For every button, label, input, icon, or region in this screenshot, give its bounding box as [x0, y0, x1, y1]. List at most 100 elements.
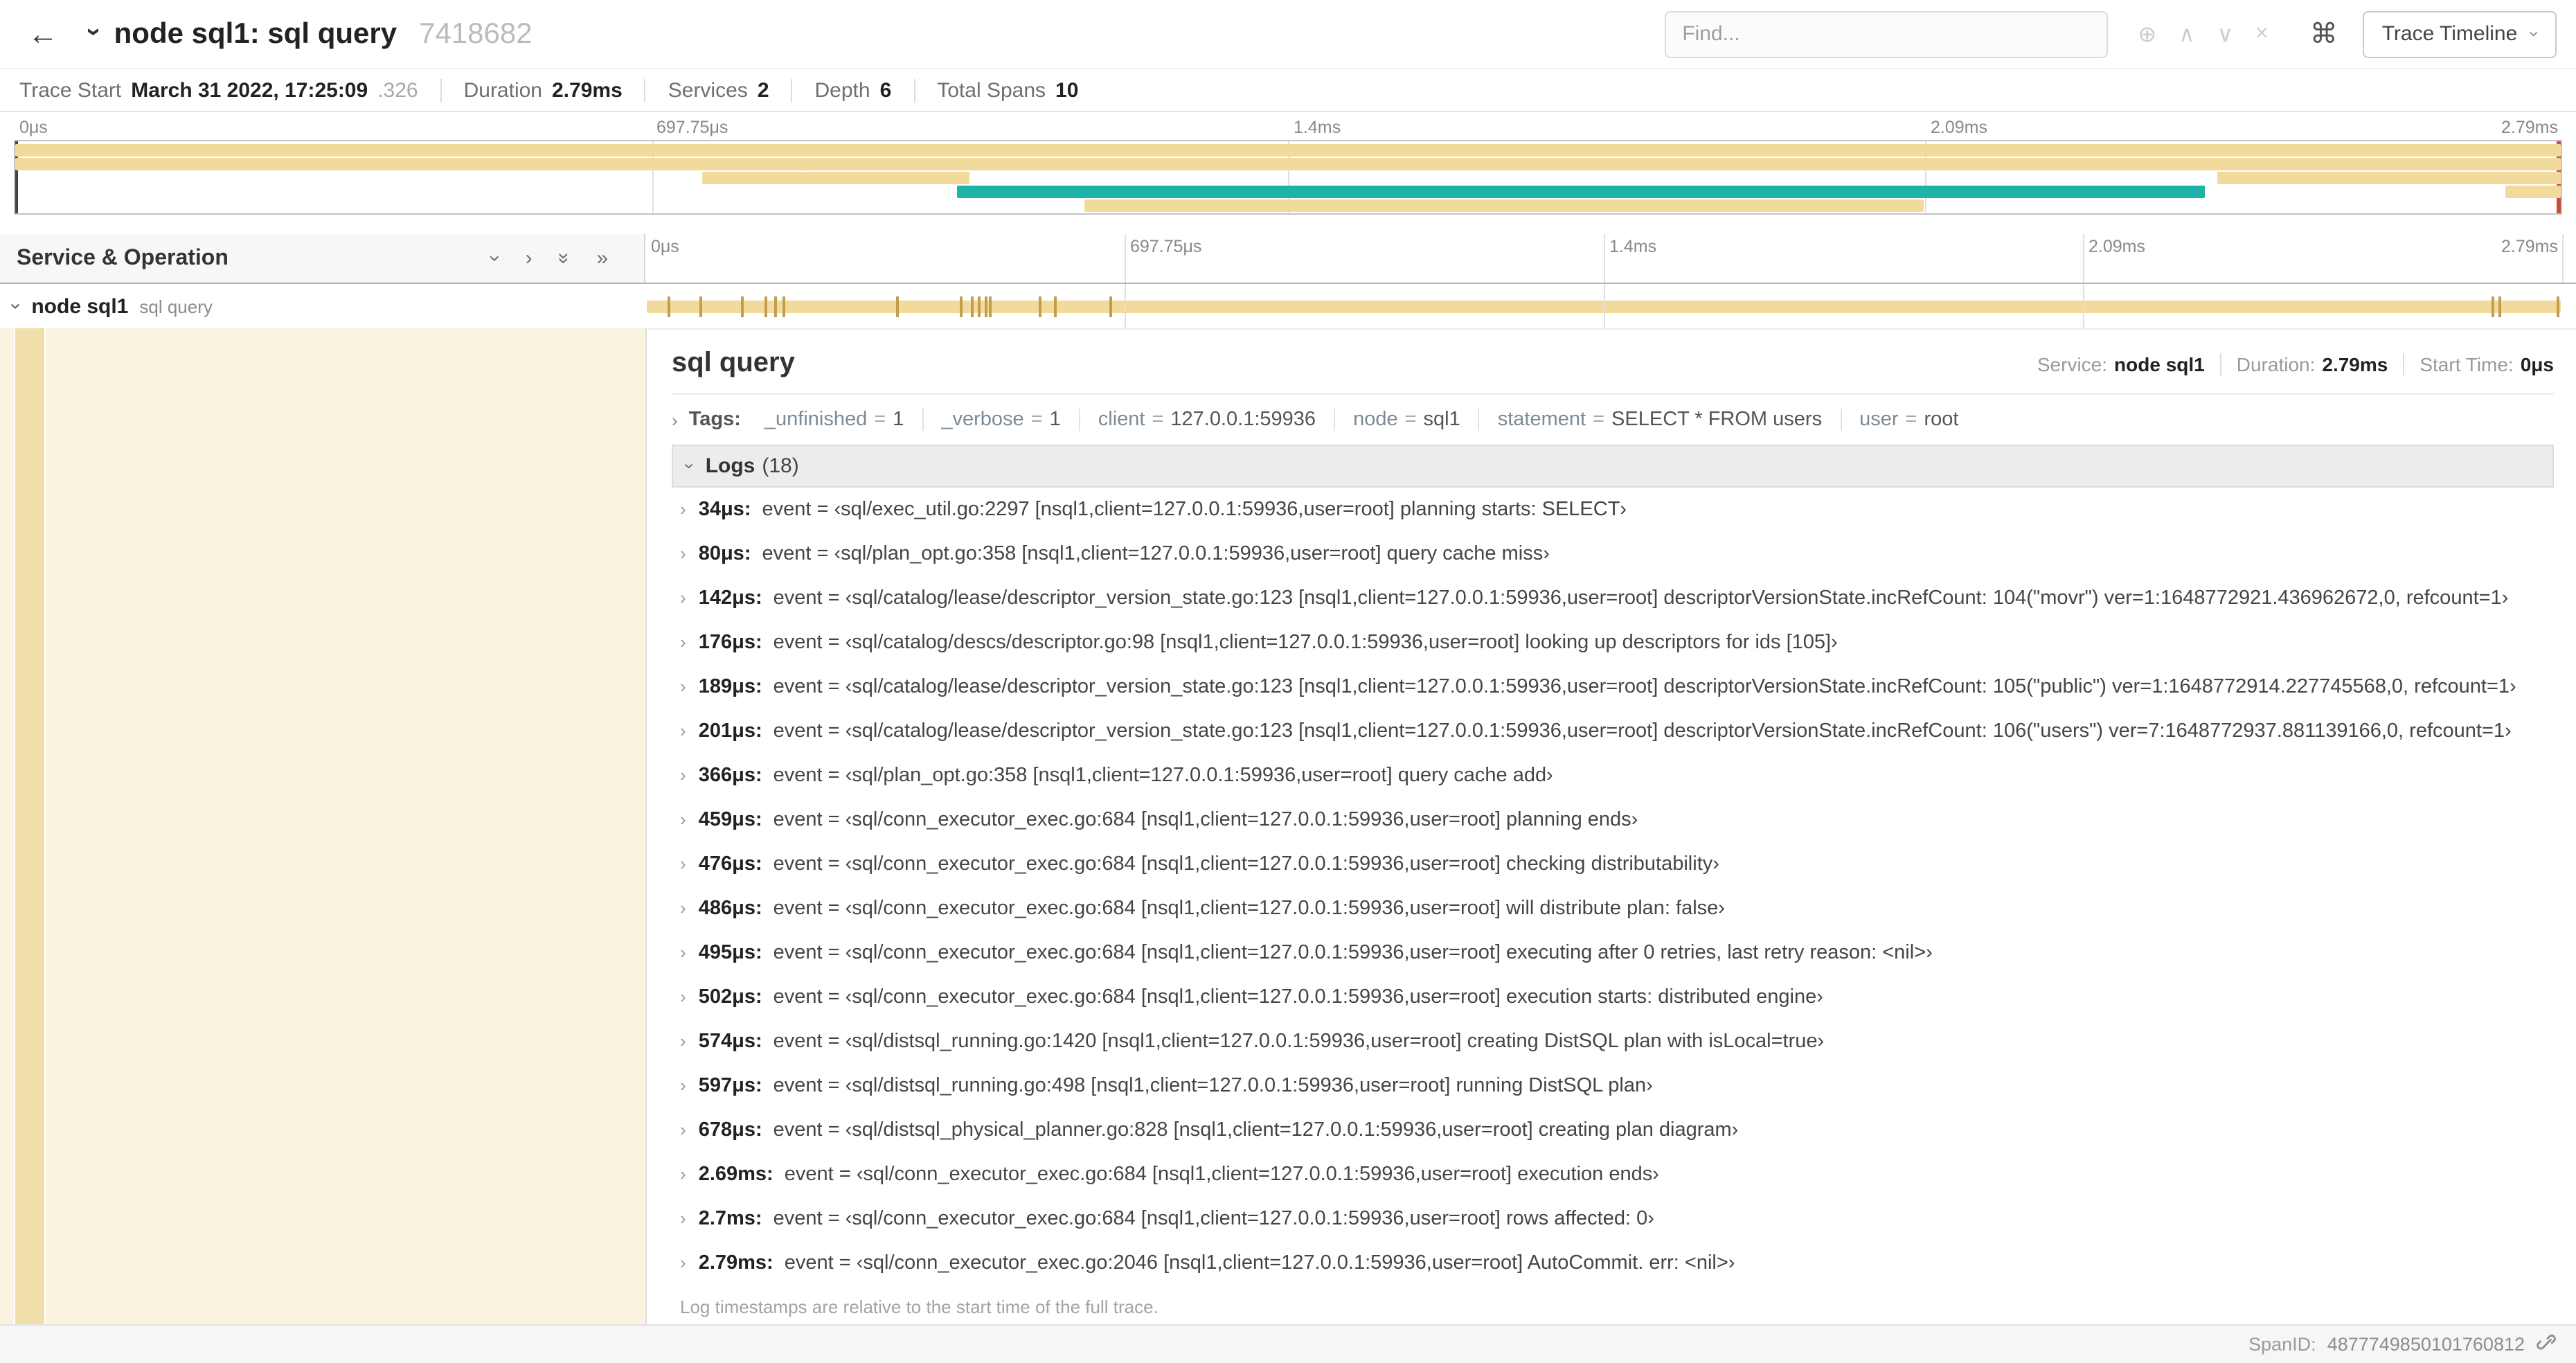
span-name-cell[interactable]: › node sql1 sql query [0, 284, 645, 328]
timeline-tick-label: 2.79ms [2501, 237, 2558, 256]
timeline-ruler: 0μs 697.75μs 1.4ms 2.09ms 2.79ms [645, 234, 2564, 283]
chevron-right-icon: › [680, 898, 686, 918]
log-entry[interactable]: › 574μs: event = ‹sql/distsql_running.go:1… [672, 1019, 2554, 1064]
timeline-gridline [2083, 284, 2084, 328]
log-timestamp: 502μs: [698, 986, 762, 1008]
log-marker [989, 296, 992, 317]
collapse-all-icon[interactable]: » [553, 253, 576, 265]
tag-value: 1 [893, 409, 904, 431]
clear-search-icon[interactable]: × [2255, 21, 2269, 46]
tag-equals: = [1404, 409, 1417, 431]
log-entry[interactable]: › 2.69ms: event = ‹sql/conn_executor_exec.… [672, 1152, 2554, 1197]
summary-value: 2.79ms [552, 78, 623, 102]
chevron-right-icon[interactable]: › [672, 409, 678, 430]
tag-equals: = [1593, 409, 1605, 431]
log-message: event = ‹sql/distsql_physical_planner.go… [773, 1119, 1739, 1141]
back-arrow-icon: ← [28, 16, 58, 51]
log-entry[interactable]: › 142μs: event = ‹sql/catalog/lease/descri… [672, 576, 2554, 621]
span-row: › node sql1 sql query [0, 284, 2576, 328]
log-message: event = ‹sql/conn_executor_exec.go:2046 … [784, 1252, 1735, 1274]
timeline-gridline [1125, 234, 1126, 283]
tag-key: _unfinished [764, 409, 868, 431]
chevron-down-icon: › [2523, 30, 2545, 37]
span-expand-chevron-icon[interactable]: › [6, 303, 28, 309]
log-entry[interactable]: › 2.7ms: event = ‹sql/conn_executor_exec.g… [672, 1197, 2554, 1241]
log-entry[interactable]: › 34μs: event = ‹sql/exec_util.go:2297 [ns… [672, 488, 2554, 532]
log-marker [782, 296, 785, 317]
view-options-button[interactable]: Trace Timeline › [2362, 10, 2557, 57]
timeline-tick-label: 1.4ms [1294, 118, 1341, 137]
log-timestamp: 201μs: [698, 720, 762, 742]
chevron-down-icon: › [679, 463, 701, 470]
minimap-span-bar [2505, 186, 2561, 198]
log-entry[interactable]: › 189μs: event = ‹sql/catalog/lease/descri… [672, 665, 2554, 709]
log-entry[interactable]: › 201μs: event = ‹sql/catalog/lease/descri… [672, 709, 2554, 754]
service-operation-title: Service & Operation [17, 246, 229, 269]
chevron-right-icon: › [680, 587, 686, 608]
log-entry[interactable]: › 597μs: event = ‹sql/distsql_running.go:4… [672, 1064, 2554, 1108]
keyboard-shortcuts-button[interactable]: ⌘ [2299, 17, 2349, 51]
chevron-right-icon: › [680, 1075, 686, 1096]
log-entry[interactable]: › 678μs: event = ‹sql/distsql_physical_pla… [672, 1108, 2554, 1152]
log-entry[interactable]: › 366μs: event = ‹sql/plan_opt.go:358 [nsq… [672, 754, 2554, 798]
tag-value: SELECT * FROM users [1611, 409, 1823, 431]
log-marker [978, 296, 981, 317]
copy-link-icon[interactable] [2536, 1334, 2557, 1355]
summary-label: Trace Start [19, 78, 122, 102]
expand-all-icon[interactable]: » [596, 247, 608, 270]
minimap-span-bar [804, 172, 970, 184]
span-timeline-track[interactable] [645, 284, 2562, 328]
summary-item: Trace Start March 31 2022, 17:25:09 .326 [19, 78, 440, 102]
log-entry[interactable]: › 486μs: event = ‹sql/conn_executor_exec.g… [672, 887, 2554, 931]
log-entry[interactable]: › 80μs: event = ‹sql/plan_opt.go:358 [nsql… [672, 532, 2554, 576]
log-marker [741, 296, 744, 317]
log-marker [764, 296, 768, 317]
tag-key: _verbose [941, 409, 1024, 431]
minimap-span-bar [702, 172, 805, 184]
log-message: event = ‹sql/conn_executor_exec.go:684 [… [773, 986, 1823, 1008]
tags-toggle[interactable]: Tags: [689, 409, 741, 431]
next-match-icon[interactable]: ∨ [2217, 20, 2233, 48]
timeline-gridline [1604, 284, 1605, 328]
log-entry[interactable]: › 495μs: event = ‹sql/conn_executor_exec.g… [672, 931, 2554, 975]
log-marker [2557, 296, 2560, 317]
tag-chip: node = sql1 [1334, 409, 1478, 431]
expand-one-icon[interactable]: › [526, 247, 533, 270]
chevron-right-icon: › [680, 1164, 686, 1184]
timeline-tick-label: 2.79ms [2501, 118, 2558, 137]
log-timestamp: 2.79ms: [698, 1252, 773, 1274]
meta-service-value: node sql1 [2114, 353, 2205, 375]
collapse-one-icon[interactable]: › [484, 255, 508, 262]
tag-chip: user = root [1840, 409, 1976, 431]
meta-service-label: Service: [2037, 353, 2108, 375]
summary-item: Duration 2.79ms [440, 78, 645, 102]
log-marker [1038, 296, 1041, 317]
logs-toggle[interactable]: › Logs (18) [672, 445, 2554, 488]
summary-value: 10 [1055, 78, 1079, 102]
log-entry[interactable]: › 176μs: event = ‹sql/catalog/descs/descri… [672, 621, 2554, 665]
log-message: event = ‹sql/catalog/lease/descriptor_ve… [773, 720, 2512, 742]
log-message: event = ‹sql/conn_executor_exec.go:684 [… [773, 853, 1719, 875]
log-marker [1054, 296, 1057, 317]
log-entry[interactable]: › 2.79ms: event = ‹sql/conn_executor_exec.… [672, 1241, 2554, 1285]
minimap-canvas[interactable] [14, 140, 2562, 215]
tag-equals: = [1905, 409, 1917, 431]
timeline-gridline [1125, 284, 1126, 328]
prev-match-icon[interactable]: ∧ [2179, 20, 2194, 48]
focus-match-icon[interactable]: ⊕ [2138, 20, 2156, 48]
meta-duration-value: 2.79ms [2322, 353, 2388, 375]
log-message: event = ‹sql/conn_executor_exec.go:684 [… [773, 942, 1933, 964]
timeline-tick-label: 0μs [651, 237, 679, 256]
tag-chip-list: _unfinished = 1 _verbose = 1 client = 127.0.0.… [746, 409, 1977, 431]
log-message: event = ‹sql/catalog/lease/descriptor_ve… [773, 676, 2516, 698]
log-entry[interactable]: › 459μs: event = ‹sql/conn_executor_exec.g… [672, 798, 2554, 842]
command-icon: ⌘ [2309, 19, 2338, 50]
log-entry[interactable]: › 502μs: event = ‹sql/conn_executor_exec.g… [672, 975, 2554, 1019]
collapse-trace-chevron-icon[interactable]: › [78, 27, 108, 36]
span-detail-panel: sql query Service: node sql1 Duration: 2.7… [645, 328, 2576, 1324]
log-message: event = ‹sql/plan_opt.go:358 [nsql1,clie… [762, 543, 1550, 565]
chevron-right-icon: › [680, 1031, 686, 1051]
back-button[interactable]: ← [19, 16, 66, 52]
find-input[interactable] [1664, 10, 2108, 57]
log-entry[interactable]: › 476μs: event = ‹sql/conn_executor_exec.g… [672, 842, 2554, 887]
